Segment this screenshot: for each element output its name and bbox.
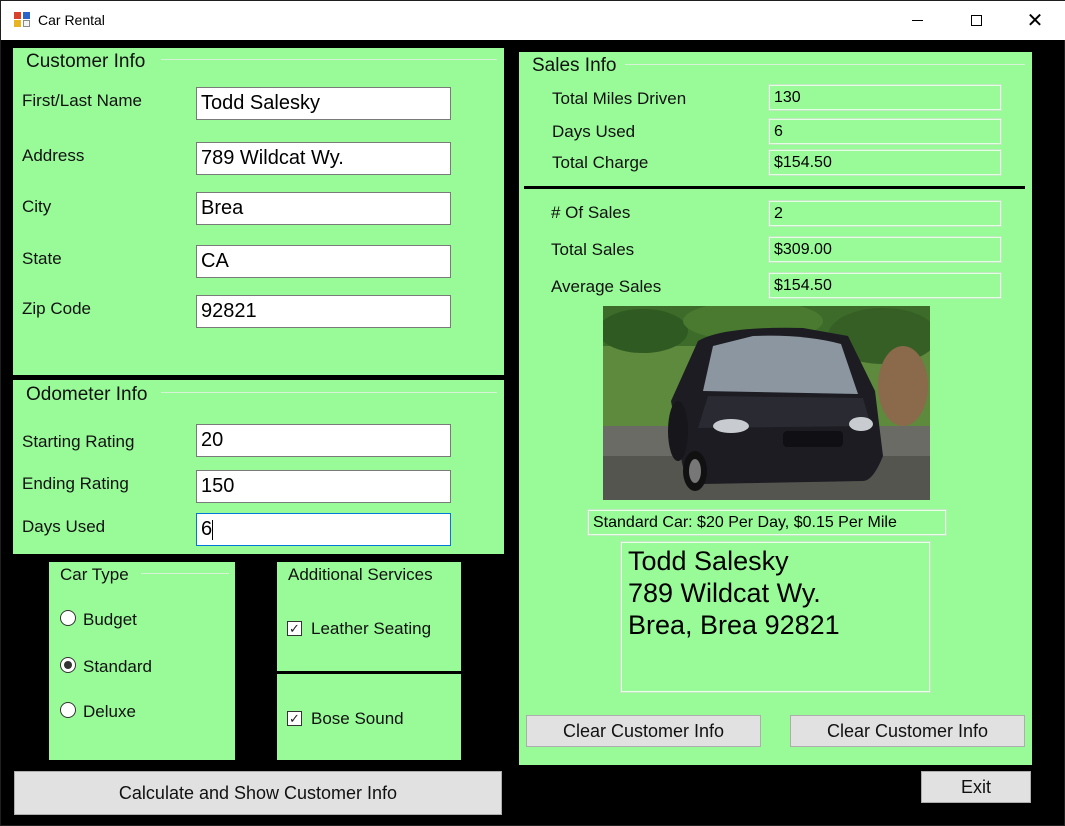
address-line-city: Brea, Brea 92821	[628, 610, 840, 640]
car-type-legend: Car Type	[60, 565, 129, 584]
city-input[interactable]: Brea	[196, 192, 451, 225]
total-miles-value: 130	[768, 84, 1002, 111]
sales-days-used-label: Days Used	[552, 122, 636, 141]
close-icon: ✕	[1026, 9, 1044, 32]
address-input[interactable]: 789 Wildcat Wy.	[196, 142, 451, 175]
bose-sound-checkbox[interactable]: ✓	[287, 711, 302, 726]
average-sales-value: $154.50	[768, 272, 1002, 299]
budget-label[interactable]: Budget	[83, 610, 137, 630]
exit-button[interactable]: Exit	[921, 771, 1031, 803]
customer-info-legend: Customer Info	[26, 51, 146, 72]
additional-services-legend: Additional Services	[288, 565, 433, 584]
starting-rating-input[interactable]: 20	[196, 424, 451, 457]
title-bar[interactable]: Car Rental ✕	[1, 1, 1065, 40]
days-used-label: Days Used	[22, 517, 106, 536]
minimize-button[interactable]	[888, 1, 946, 40]
ending-rating-input[interactable]: 150	[196, 470, 451, 503]
car-image	[603, 306, 930, 500]
total-miles-label: Total Miles Driven	[552, 89, 687, 108]
app-icon	[14, 12, 31, 28]
car-type-group: Car Type Budget Standard Deluxe	[49, 562, 235, 760]
starting-rating-label: Starting Rating	[22, 432, 135, 451]
leather-seating-checkbox[interactable]: ✓	[287, 621, 302, 636]
standard-radio[interactable]	[60, 657, 76, 673]
city-label: City	[22, 197, 52, 216]
rate-info-label: Standard Car: $20 Per Day, $0.15 Per Mil…	[587, 509, 947, 536]
customer-info-group: Customer Info First/Last Name Todd Sales…	[13, 48, 504, 375]
minimize-icon	[911, 20, 923, 21]
total-sales-value: $309.00	[768, 236, 1002, 263]
sales-info-legend: Sales Info	[532, 55, 617, 76]
calculate-button[interactable]: Calculate and Show Customer Info	[14, 771, 502, 815]
leather-seating-label[interactable]: Leather Seating	[311, 619, 431, 639]
num-sales-label: # Of Sales	[551, 203, 631, 222]
window-title: Car Rental	[38, 12, 105, 28]
sales-divider	[524, 186, 1025, 189]
average-sales-label: Average Sales	[551, 277, 662, 296]
odometer-info-legend: Odometer Info	[26, 384, 148, 405]
close-button[interactable]: ✕	[1006, 1, 1064, 40]
sales-days-used-value: 6	[768, 118, 1002, 145]
additional-services-group: Additional Services ✓ Leather Seating ✓ …	[277, 562, 461, 760]
text-caret	[212, 519, 214, 540]
first-last-name-input[interactable]: Todd Salesky	[196, 87, 451, 120]
bose-sound-label[interactable]: Bose Sound	[311, 709, 404, 729]
clear-customer-info-button-2[interactable]: Clear Customer Info	[790, 715, 1025, 747]
maximize-icon	[970, 15, 982, 26]
odometer-info-group: Odometer Info Starting Rating 20 Ending …	[13, 380, 504, 554]
total-charge-label: Total Charge	[552, 153, 649, 172]
days-used-input[interactable]: 6	[196, 513, 451, 546]
maximize-button[interactable]	[947, 1, 1005, 40]
deluxe-label[interactable]: Deluxe	[83, 702, 136, 722]
clear-customer-info-button-1[interactable]: Clear Customer Info	[526, 715, 761, 747]
zip-code-input[interactable]: 92821	[196, 295, 451, 328]
num-sales-value: 2	[768, 200, 1002, 227]
budget-radio[interactable]	[60, 610, 76, 626]
deluxe-radio[interactable]	[60, 702, 76, 718]
first-last-name-label: First/Last Name	[22, 91, 142, 110]
services-divider	[277, 671, 461, 674]
zip-code-label: Zip Code	[22, 299, 91, 318]
ending-rating-label: Ending Rating	[22, 474, 129, 493]
address-label: Address	[22, 146, 85, 165]
state-input[interactable]: CA	[196, 245, 451, 278]
app-window: Car Rental ✕ Customer Info First/Last Na…	[0, 0, 1065, 826]
total-charge-value: $154.50	[768, 149, 1002, 176]
total-sales-label: Total Sales	[551, 240, 635, 259]
standard-label[interactable]: Standard	[83, 657, 152, 677]
days-used-value: 6	[201, 518, 213, 540]
customer-address-display: Todd Salesky 789 Wildcat Wy. Brea, Brea …	[620, 541, 931, 693]
address-line-street: 789 Wildcat Wy.	[628, 578, 821, 608]
state-label: State	[22, 249, 62, 268]
address-line-name: Todd Salesky	[628, 546, 789, 576]
